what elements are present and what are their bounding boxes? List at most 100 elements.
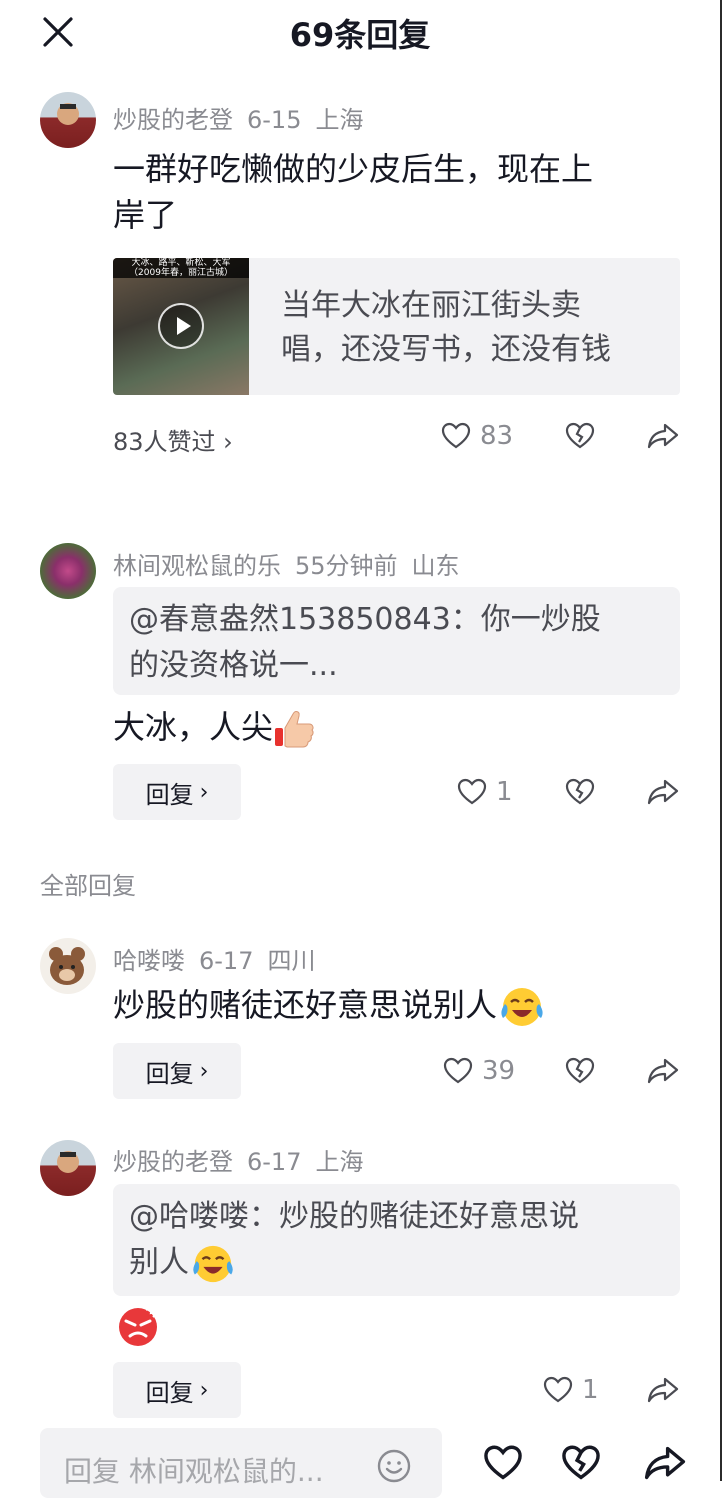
comment-location: 上海 bbox=[315, 1148, 364, 1176]
comment-meta: 哈喽喽 6-17 四川 bbox=[113, 941, 329, 976]
avatar-image bbox=[57, 103, 79, 125]
reply-label: 回复 bbox=[145, 1059, 194, 1088]
comment-date: 6-15 bbox=[247, 106, 302, 134]
comment-meta: 炒股的老登 6-15 上海 bbox=[113, 100, 377, 135]
share-arrow-icon bbox=[647, 423, 679, 449]
quoted-comment[interactable]: @哈喽喽：炒股的赌徒还好意思说 别人 bbox=[113, 1184, 680, 1296]
comment-text-line: 一群好吃懒做的少皮后生，现在上 bbox=[113, 150, 594, 188]
angry-face-icon bbox=[119, 1303, 161, 1346]
quote-line-text: 别人 bbox=[129, 1245, 189, 1280]
like-button-bottom[interactable] bbox=[480, 1442, 526, 1488]
video-title-line: 当年大冰在丽江街头卖 bbox=[281, 288, 581, 323]
page-title: 69条回复 bbox=[289, 16, 431, 54]
like-count: 1 bbox=[582, 1375, 599, 1405]
username[interactable]: 炒股的老登 bbox=[113, 106, 233, 134]
broken-heart-icon bbox=[565, 778, 595, 805]
share-arrow-icon bbox=[647, 1377, 679, 1403]
avatar[interactable] bbox=[40, 938, 96, 994]
laughing-crying-emoji-icon bbox=[193, 1245, 233, 1282]
comment-date: 55分钟前 bbox=[295, 552, 398, 580]
chevron-right-icon: › bbox=[199, 1058, 209, 1084]
comment-text-content: 大冰，人尖 bbox=[113, 708, 274, 746]
reply-label: 回复 bbox=[145, 1378, 194, 1407]
video-caption-line: 大冰、路平、靳松、大军 bbox=[131, 258, 231, 268]
like-count: 83 bbox=[480, 421, 514, 451]
thumbs-up-icon bbox=[275, 711, 314, 748]
dislike-button-bottom[interactable] bbox=[558, 1442, 604, 1488]
comment-text: 大冰，人尖 bbox=[113, 704, 319, 752]
dislike-button[interactable] bbox=[564, 420, 596, 452]
chevron-right-icon: › bbox=[215, 428, 233, 456]
heart-outline-icon bbox=[443, 1057, 473, 1084]
laughing-crying-emoji-icon bbox=[501, 988, 543, 1026]
username[interactable]: 炒股的老登 bbox=[113, 1148, 233, 1176]
quote-line: @春意盎然153850843：你一炒股 bbox=[129, 602, 601, 637]
video-caption: 大冰、路平、靳松、大军 （2009年春，丽江古城） bbox=[113, 258, 249, 278]
comment-text-content: 炒股的赌徒还好意思说别人 bbox=[113, 986, 498, 1024]
play-icon bbox=[158, 303, 204, 349]
reply-label: 回复 bbox=[145, 780, 194, 809]
avatar[interactable] bbox=[40, 92, 96, 148]
video-title-line: 唱，还没写书，还没有钱 bbox=[281, 332, 611, 367]
share-arrow-icon bbox=[647, 779, 679, 805]
reply-button[interactable]: 回复 › bbox=[113, 1043, 241, 1099]
share-button[interactable] bbox=[646, 420, 680, 452]
dislike-button[interactable] bbox=[564, 1055, 596, 1087]
like-count: 39 bbox=[482, 1056, 516, 1086]
share-button[interactable] bbox=[646, 1374, 680, 1406]
heart-outline-icon bbox=[543, 1376, 573, 1403]
comment-date: 6-17 bbox=[199, 947, 254, 975]
share-button[interactable] bbox=[646, 1055, 680, 1087]
reply-button[interactable]: 回复 › bbox=[113, 1362, 241, 1418]
comment-meta: 炒股的老登 6-17 上海 bbox=[113, 1142, 377, 1177]
likes-summary-text: 83人赞过 bbox=[113, 428, 216, 456]
quote-line: 别人 bbox=[129, 1240, 664, 1286]
heart-outline-icon bbox=[484, 1445, 522, 1480]
broken-heart-icon bbox=[562, 1445, 600, 1480]
reply-input-placeholder: 回复 林间观松鼠的... bbox=[64, 1455, 324, 1488]
username[interactable]: 哈喽喽 bbox=[113, 947, 185, 975]
avatar[interactable] bbox=[40, 1140, 96, 1196]
comment-meta: 林间观松鼠的乐 55分钟前 山东 bbox=[113, 546, 474, 581]
angry-emoji bbox=[113, 1303, 163, 1352]
dislike-button[interactable] bbox=[564, 776, 596, 808]
video-thumbnail: 大冰、路平、靳松、大军 （2009年春，丽江古城） bbox=[113, 258, 249, 395]
like-button[interactable]: 1 bbox=[456, 776, 513, 808]
quote-line: 的没资格说一... bbox=[129, 648, 338, 683]
username[interactable]: 林间观松鼠的乐 bbox=[113, 552, 281, 580]
heart-outline-icon bbox=[441, 422, 471, 449]
share-button[interactable] bbox=[646, 776, 680, 808]
quote-line: @哈喽喽：炒股的赌徒还好意思说 bbox=[129, 1199, 579, 1234]
video-title: 当年大冰在丽江街头卖 唱，还没写书，还没有钱 bbox=[281, 284, 641, 372]
avatar[interactable] bbox=[40, 543, 96, 599]
like-button[interactable]: 39 bbox=[442, 1055, 515, 1087]
video-card[interactable]: 大冰、路平、靳松、大军 （2009年春，丽江古城） 当年大冰在丽江街头卖 唱，还… bbox=[113, 258, 680, 395]
broken-heart-icon bbox=[565, 422, 595, 449]
share-arrow-icon bbox=[644, 1446, 686, 1480]
heart-outline-icon bbox=[457, 778, 487, 805]
like-button[interactable]: 83 bbox=[440, 420, 513, 452]
share-arrow-icon bbox=[647, 1058, 679, 1084]
section-label: 全部回复 bbox=[40, 872, 136, 900]
video-caption-line: （2009年春，丽江古城） bbox=[129, 268, 233, 278]
quoted-comment[interactable]: @春意盎然153850843：你一炒股 的没资格说一... bbox=[113, 587, 680, 695]
comment-date: 6-17 bbox=[247, 1148, 302, 1176]
avatar-image bbox=[49, 947, 85, 985]
reply-button[interactable]: 回复 › bbox=[113, 764, 241, 820]
broken-heart-icon bbox=[565, 1057, 595, 1084]
avatar-image bbox=[57, 1151, 79, 1173]
comment-location: 四川 bbox=[267, 947, 316, 975]
like-button[interactable]: 1 bbox=[542, 1374, 599, 1406]
reply-input[interactable]: 回复 林间观松鼠的... bbox=[40, 1428, 442, 1498]
comment-text: 一群好吃懒做的少皮后生，现在上 岸了 bbox=[113, 146, 593, 238]
chevron-right-icon: › bbox=[199, 779, 209, 805]
comment-text: 炒股的赌徒还好意思说别人 bbox=[113, 982, 547, 1030]
comment-location: 山东 bbox=[411, 552, 460, 580]
chevron-right-icon: › bbox=[199, 1377, 209, 1403]
like-count: 1 bbox=[496, 777, 513, 807]
smiley-icon[interactable] bbox=[376, 1448, 412, 1484]
likes-summary-link[interactable]: 83人赞过 › bbox=[113, 422, 233, 457]
comment-text-line: 岸了 bbox=[113, 196, 178, 234]
comment-location: 上海 bbox=[315, 106, 364, 134]
share-button-bottom[interactable] bbox=[642, 1442, 688, 1488]
